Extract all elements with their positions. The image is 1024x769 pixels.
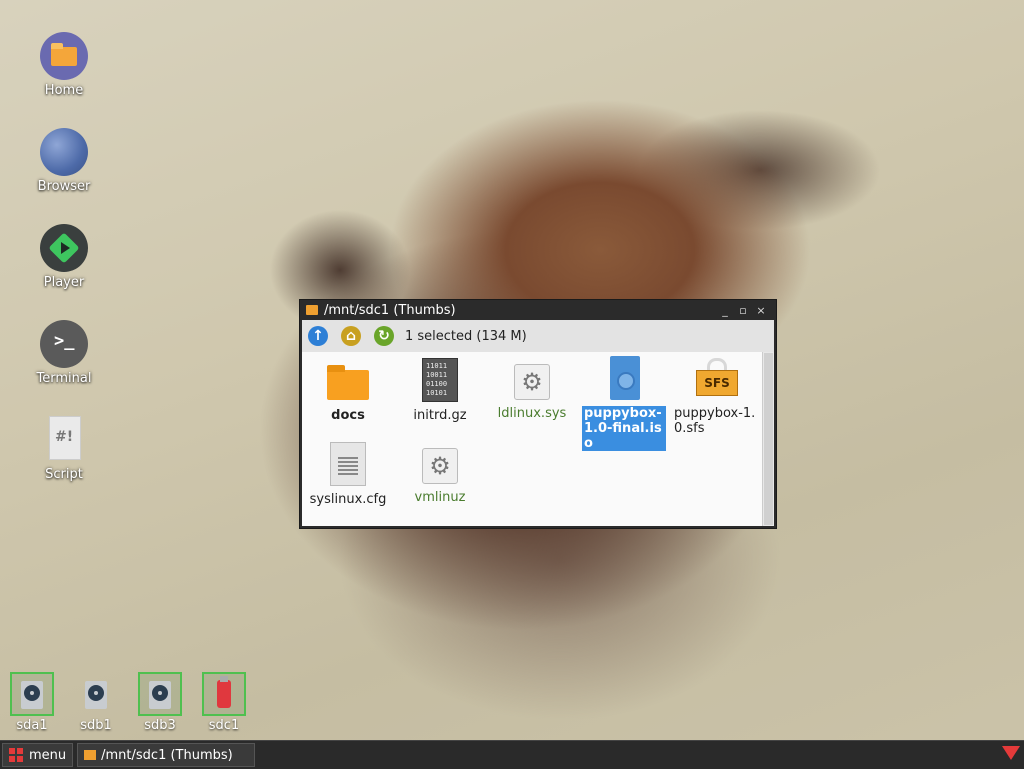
desktop-icon-label: Terminal (36, 371, 92, 386)
home-folder-icon (40, 32, 88, 80)
folder-icon (326, 358, 370, 402)
taskbar: menu /mnt/sdc1 (Thumbs) (0, 740, 1024, 769)
desktop-icon-home[interactable]: Home (24, 32, 104, 98)
file-name: puppybox-1.0-final.iso (582, 406, 666, 451)
desktop-icon-browser[interactable]: Browser (24, 128, 104, 194)
window-titlebar[interactable]: /mnt/sdc1 (Thumbs) _ ▫ × (300, 300, 776, 320)
tray-triangle-icon[interactable] (1002, 746, 1020, 760)
drive-label: sda1 (16, 718, 48, 733)
usb-drive-icon (217, 676, 231, 708)
window-title: /mnt/sdc1 (Thumbs) (324, 302, 456, 318)
hard-drive-icon (85, 681, 107, 709)
desktop-icon-label: Home (44, 83, 84, 98)
drive-sdc1[interactable]: sdc1 (200, 672, 248, 733)
file-name: docs (331, 408, 365, 423)
file-name: syslinux.cfg (309, 492, 387, 507)
terminal-icon: >_ (40, 320, 88, 368)
text-file-icon (330, 442, 366, 486)
desktop-icon-label: Script (45, 467, 83, 482)
selection-status: 1 selected (134 M) (405, 328, 527, 344)
drive-label: sdb1 (80, 718, 112, 733)
minimize-button[interactable]: _ (716, 304, 734, 317)
file-item-initrd[interactable]: 11011 10011 01100 10101 initrd.gz (396, 358, 484, 423)
menu-grid-icon (9, 748, 23, 762)
file-item-sfs[interactable]: SFS puppybox-1.0.sfs (672, 356, 760, 436)
file-item-ldlinux[interactable]: ⚙ ldlinux.sys (488, 358, 576, 421)
file-name: initrd.gz (413, 408, 467, 423)
browser-globe-icon (40, 128, 88, 176)
file-manager-window[interactable]: /mnt/sdc1 (Thumbs) _ ▫ × 1 selected (134… (299, 299, 777, 529)
desktop-icon-label: Player (43, 275, 85, 290)
menu-label: menu (29, 747, 67, 763)
binary-file-icon: 11011 10011 01100 10101 (422, 358, 458, 402)
hard-drive-icon (149, 681, 171, 709)
menu-button[interactable]: menu (2, 743, 74, 767)
disc-image-icon (602, 356, 646, 400)
drive-sdb3[interactable]: sdb3 (136, 672, 184, 733)
maximize-button[interactable]: ▫ (734, 304, 752, 317)
script-icon: #! (40, 416, 88, 464)
refresh-icon[interactable] (374, 326, 394, 346)
file-item-docs[interactable]: docs (304, 358, 392, 423)
hard-drive-icon (21, 681, 43, 709)
desktop-icon-label: Browser (37, 179, 91, 194)
file-list: docs 11011 10011 01100 10101 initrd.gz ⚙… (302, 352, 762, 526)
close-button[interactable]: × (752, 304, 770, 317)
taskbar-window-label: /mnt/sdc1 (Thumbs) (101, 747, 233, 763)
desktop-icon-script[interactable]: #! Script (24, 416, 104, 482)
file-item-syslinux[interactable]: syslinux.cfg (304, 442, 392, 507)
sfs-package-icon: SFS (694, 356, 738, 400)
up-arrow-icon[interactable] (308, 326, 328, 346)
drive-sdb1[interactable]: sdb1 (72, 672, 120, 733)
file-name: vmlinuz (414, 490, 466, 505)
folder-icon (84, 750, 97, 760)
vertical-scrollbar[interactable] (762, 352, 774, 526)
file-item-iso[interactable]: puppybox-1.0-final.iso (580, 356, 668, 451)
file-name: puppybox-1.0.sfs (674, 406, 756, 436)
drive-label: sdc1 (208, 718, 240, 733)
drive-label: sdb3 (144, 718, 176, 733)
home-icon[interactable] (341, 326, 361, 346)
toolbar: 1 selected (134 M) (302, 320, 774, 352)
file-item-vmlinuz[interactable]: ⚙ vmlinuz (396, 442, 484, 505)
scrollbar-thumb[interactable] (764, 353, 773, 525)
gear-icon: ⚙ (422, 448, 458, 484)
drive-sda1[interactable]: sda1 (8, 672, 56, 733)
player-icon (40, 224, 88, 272)
file-name: ldlinux.sys (497, 406, 567, 421)
gear-icon: ⚙ (514, 364, 550, 400)
desktop-icon-player[interactable]: Player (24, 224, 104, 290)
taskbar-window-button[interactable]: /mnt/sdc1 (Thumbs) (77, 743, 256, 767)
folder-icon (306, 305, 318, 315)
desktop-icon-terminal[interactable]: >_ Terminal (24, 320, 104, 386)
